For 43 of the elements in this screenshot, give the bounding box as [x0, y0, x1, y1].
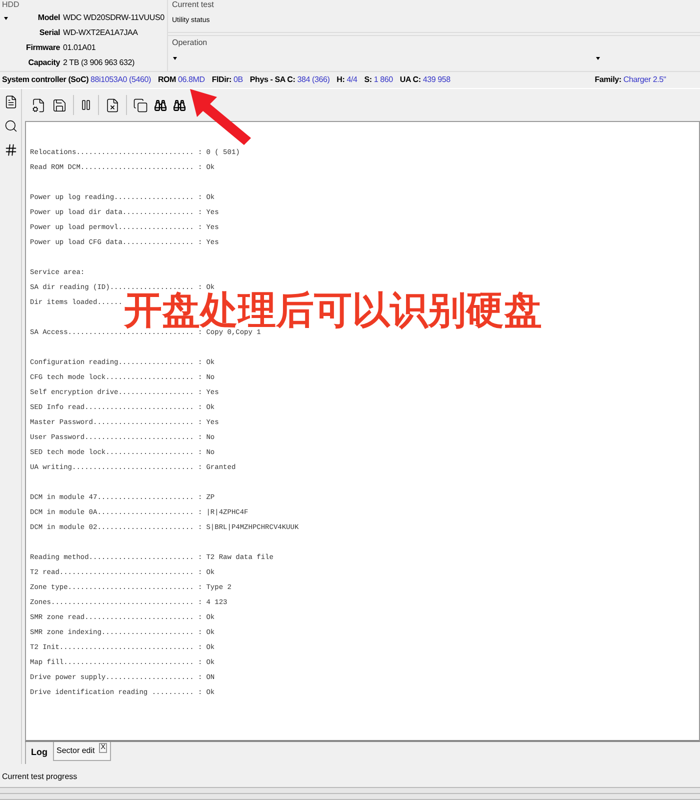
binoculars-icon[interactable] — [154, 98, 167, 112]
panel-title: Operation — [172, 38, 208, 48]
dropdown-arrow-icon[interactable] — [596, 57, 600, 60]
field-value: WD-WXT2EA1A7JAA — [63, 27, 139, 39]
copy-icon[interactable] — [133, 98, 148, 112]
status-value: Charger 2.5" — [623, 74, 666, 86]
status-value: 384 (366) — [297, 74, 330, 86]
field-value: 2 TB (3 906 963 632) — [63, 57, 136, 69]
search-icon[interactable] — [4, 119, 18, 133]
status-label: H: — [336, 74, 345, 86]
dropdown-arrow-icon[interactable] — [4, 17, 8, 20]
field-value: 01.01A01 — [63, 42, 97, 54]
status-label: UA C: — [400, 74, 421, 86]
status-value: 4/4 — [346, 74, 358, 86]
status-value: 0B — [234, 74, 243, 86]
field-label: Firmware — [25, 42, 60, 54]
field-label: Capacity — [27, 57, 60, 69]
status-label: ROM — [158, 74, 176, 86]
status-label: Phys - SA C: — [250, 74, 296, 86]
status-label: FlDir: — [212, 74, 232, 86]
progress-label: Current test progress — [1, 772, 78, 782]
field-label: Model — [36, 12, 60, 24]
save-icon[interactable] — [52, 98, 67, 112]
status-label: Family: — [594, 74, 622, 86]
status-label: System controller (SoC) — [2, 74, 89, 86]
file-x-icon[interactable] — [105, 98, 120, 112]
field-value: WDC WD20SDRW-11VUUS0 — [63, 12, 164, 24]
status-value: 88i1053A0 (5460) — [90, 74, 151, 86]
annotation-caption: 开盘处理后可以识别硬盘 — [124, 291, 542, 331]
dropdown-arrow-icon[interactable] — [173, 57, 177, 60]
hash-icon[interactable] — [4, 143, 18, 157]
file-gear-icon[interactable] — [31, 98, 46, 112]
field-label: Serial — [38, 27, 60, 39]
panel-title: Current test — [172, 0, 215, 10]
pointer-arrow — [189, 88, 253, 146]
status-value: 1 860 — [374, 74, 393, 86]
document-icon[interactable] — [4, 95, 18, 109]
binoculars-icon[interactable] — [173, 98, 186, 112]
panel-title: HDD — [2, 0, 20, 10]
pause-icon[interactable] — [80, 99, 92, 111]
status-value: 439 958 — [422, 74, 450, 86]
status-label: S: — [364, 74, 372, 86]
status-value: 06.8MD — [178, 74, 205, 86]
